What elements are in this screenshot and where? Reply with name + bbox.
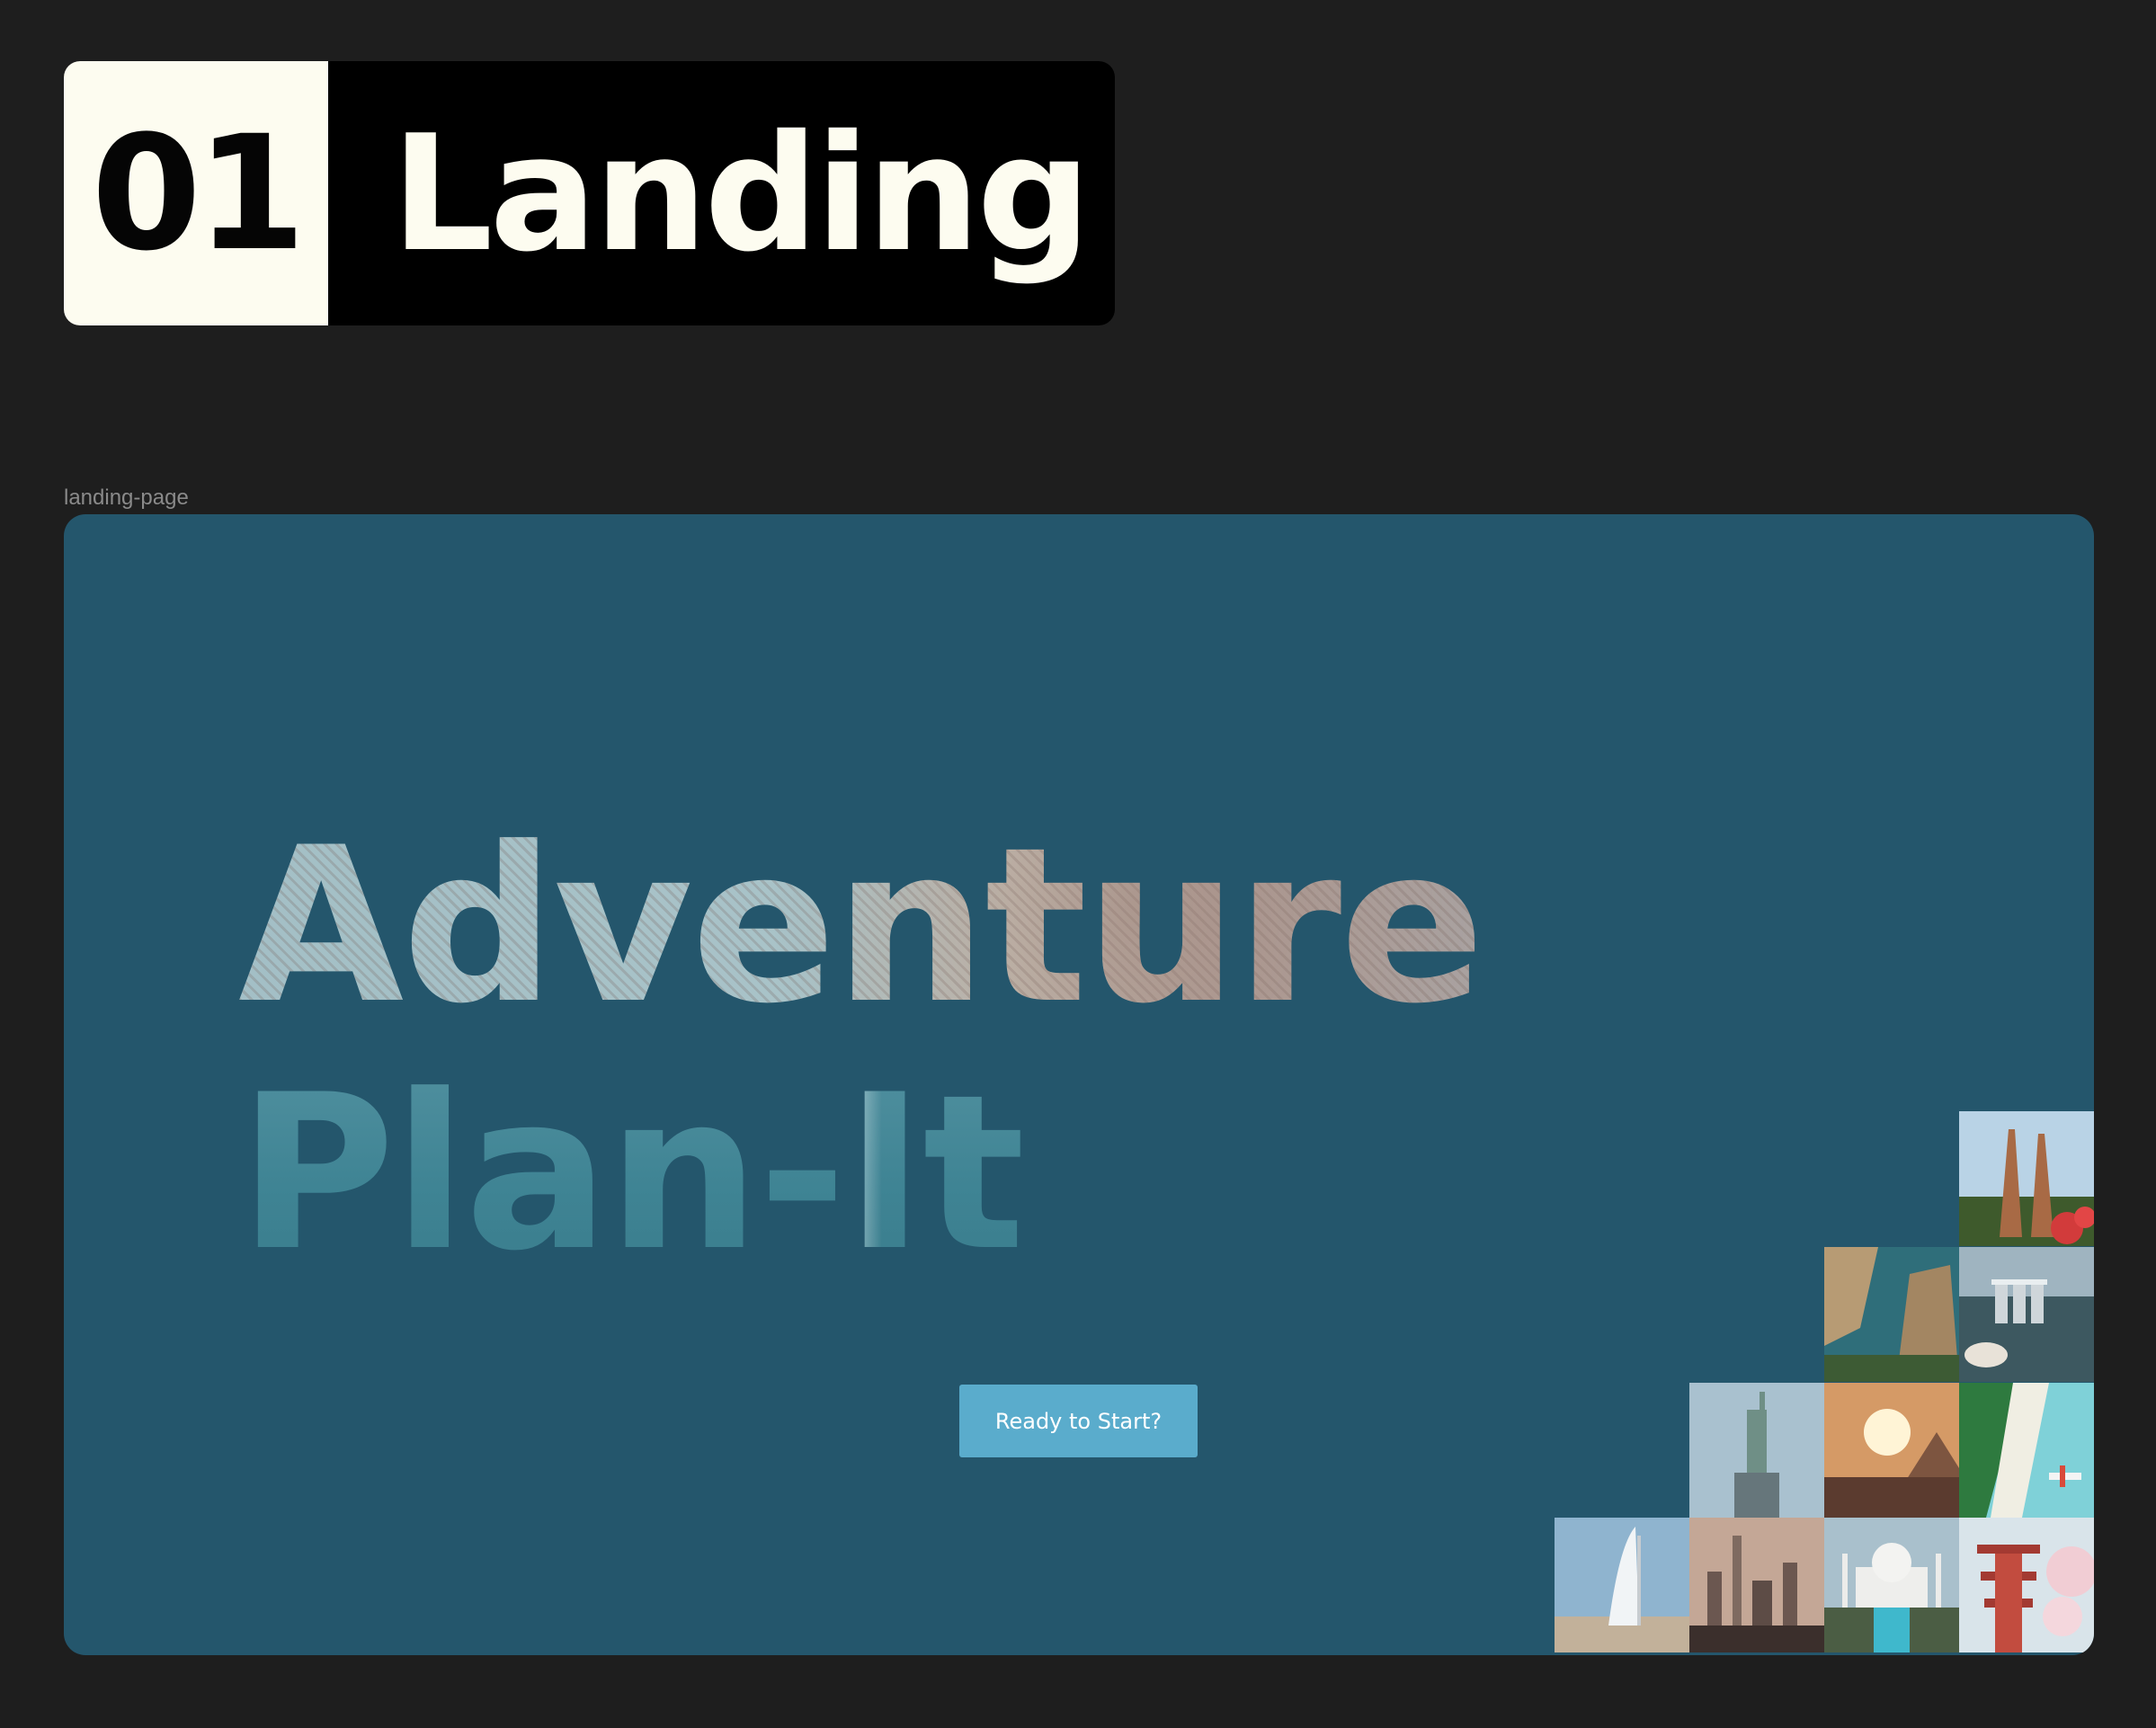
ready-to-start-button[interactable]: Ready to Start? — [959, 1385, 1198, 1457]
statue-of-liberty-tile — [1689, 1383, 1824, 1518]
bali-gate-tile — [1959, 1111, 2094, 1246]
taj-mahal-tile — [1824, 1518, 1959, 1652]
pyramids-sunset-tile — [1824, 1383, 1959, 1518]
burj-al-arab-tile — [1555, 1518, 1689, 1652]
hero-title-line-1: Adventure — [238, 802, 1483, 1051]
section-number: 01 — [64, 61, 328, 325]
section-title-badge: 01 Landing — [64, 61, 1115, 325]
maldives-seaplane-tile — [1959, 1383, 2094, 1518]
frame-label[interactable]: landing-page — [64, 485, 189, 511]
hero-title-line-2: Plan-It — [238, 1049, 1024, 1298]
singapore-bay-tile — [1959, 1247, 2094, 1382]
japanese-pagoda-tile — [1959, 1518, 2094, 1652]
dubai-skyline-tile — [1689, 1518, 1824, 1652]
landing-page-frame: Adventure Plan-It Ready to Start? — [64, 514, 2094, 1655]
cliff-beach-tile — [1824, 1247, 1959, 1382]
section-title: Landing — [391, 100, 1091, 287]
